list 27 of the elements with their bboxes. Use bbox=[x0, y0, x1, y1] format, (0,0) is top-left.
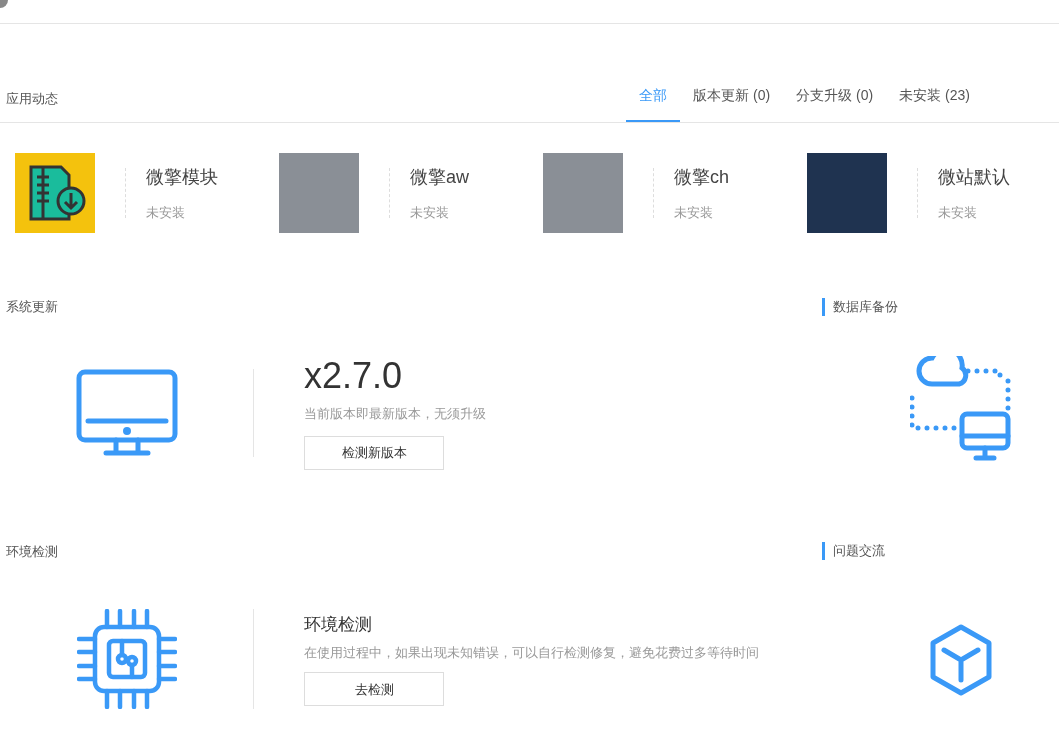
app-name[interactable]: 微擎ch bbox=[674, 163, 729, 191]
app-name[interactable]: 微擎模块 bbox=[146, 163, 218, 191]
app-name[interactable]: 微擎aw bbox=[410, 163, 469, 191]
version-note: 当前版本即最新版本，无须升级 bbox=[304, 405, 486, 424]
section-heading: 环境检测 bbox=[304, 613, 373, 636]
section-title: 应用动态 bbox=[5, 89, 58, 108]
app-status: 未安装 bbox=[146, 203, 186, 222]
app-status: 未安装 bbox=[938, 203, 978, 222]
app-status: 未安装 bbox=[674, 203, 714, 222]
filter-tab[interactable]: 版本更新 (0) bbox=[680, 85, 784, 122]
section-title: 环境检测 bbox=[5, 543, 59, 561]
app-status: 未安装 bbox=[410, 203, 450, 222]
section-title: 数据库备份 bbox=[822, 298, 1059, 316]
section-title: 问题交流 bbox=[822, 542, 1059, 560]
version-number: x2.7.0 bbox=[304, 356, 404, 397]
check-version-button[interactable]: 检测新版本 bbox=[304, 435, 444, 470]
run-check-button[interactable]: 去检测 bbox=[304, 672, 444, 707]
zip-download-icon bbox=[15, 153, 95, 233]
filter-tab[interactable]: 分支升级 (0) bbox=[783, 85, 887, 122]
cube-icon bbox=[928, 624, 993, 696]
app-name[interactable]: 微站默认 bbox=[938, 163, 1010, 191]
cloud-sync-icon bbox=[909, 356, 1012, 462]
section-title: 系统更新 bbox=[5, 298, 59, 316]
monitor-icon bbox=[75, 369, 178, 457]
chip-icon bbox=[76, 609, 177, 709]
description-text: 在使用过程中，如果出现未知错误，可以自行检测修复，避免花费过多等待时间 bbox=[304, 645, 760, 661]
filter-tab[interactable]: 未安装 (23) bbox=[886, 85, 983, 122]
